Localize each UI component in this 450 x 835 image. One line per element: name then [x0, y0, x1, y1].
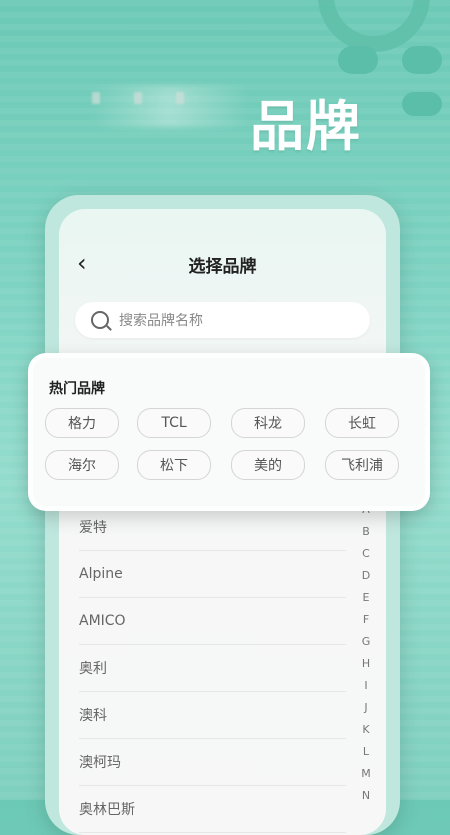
- index-letter[interactable]: L: [358, 741, 374, 763]
- blurred-dots: [92, 89, 218, 108]
- page-title: 选择品牌: [188, 257, 257, 277]
- index-letter[interactable]: N: [358, 785, 374, 807]
- phone-frame: ‹ 选择品牌 搜索品牌名称 爱特 Alpine AMICO 奥利 澳科 澳柯玛 …: [45, 195, 400, 835]
- brand-chip[interactable]: 长虹: [325, 408, 399, 438]
- index-letter[interactable]: B: [358, 521, 374, 543]
- brand-chip[interactable]: TCL: [137, 408, 211, 438]
- list-item[interactable]: Alpine: [79, 551, 346, 598]
- index-letter[interactable]: D: [358, 565, 374, 587]
- nav-bar: ‹ 选择品牌: [59, 249, 386, 279]
- hot-brands-panel: 热门品牌 格力 TCL 科龙 长虹 海尔 松下 美的 飞利浦: [28, 353, 430, 511]
- brand-chip[interactable]: 美的: [231, 450, 305, 480]
- hero-title: 品牌: [250, 95, 362, 158]
- index-letter[interactable]: F: [358, 609, 374, 631]
- phone-screen: ‹ 选择品牌 搜索品牌名称 爱特 Alpine AMICO 奥利 澳科 澳柯玛 …: [59, 209, 386, 835]
- hot-brands-title: 热门品牌: [49, 381, 105, 397]
- list-item[interactable]: 澳科: [79, 692, 346, 739]
- index-letter[interactable]: I: [358, 675, 374, 697]
- index-letter[interactable]: K: [358, 719, 374, 741]
- list-item[interactable]: AMICO: [79, 598, 346, 645]
- search-input[interactable]: 搜索品牌名称: [119, 310, 203, 330]
- index-letter[interactable]: J: [358, 697, 374, 719]
- decor-pill: [402, 92, 442, 116]
- decor-pill: [338, 46, 378, 74]
- index-letter[interactable]: C: [358, 543, 374, 565]
- search-icon: [91, 311, 109, 329]
- list-item[interactable]: 爱特: [79, 504, 346, 551]
- list-item[interactable]: 奥林巴斯: [79, 786, 346, 833]
- brand-chip[interactable]: 飞利浦: [325, 450, 399, 480]
- brand-list: 爱特 Alpine AMICO 奥利 澳科 澳柯玛 奥林巴斯: [79, 504, 346, 833]
- brand-chip[interactable]: 海尔: [45, 450, 119, 480]
- index-letter[interactable]: M: [358, 763, 374, 785]
- brand-chip[interactable]: 松下: [137, 450, 211, 480]
- brand-chip[interactable]: 格力: [45, 408, 119, 438]
- index-letter[interactable]: E: [358, 587, 374, 609]
- search-bar[interactable]: 搜索品牌名称: [75, 302, 370, 338]
- index-letter[interactable]: H: [358, 653, 374, 675]
- decor-pill: [402, 46, 442, 74]
- list-item[interactable]: 奥利: [79, 645, 346, 692]
- list-item[interactable]: 澳柯玛: [79, 739, 346, 786]
- brand-chip[interactable]: 科龙: [231, 408, 305, 438]
- alphabet-index[interactable]: A B C D E F G H I J K L M N: [358, 499, 374, 807]
- index-letter[interactable]: G: [358, 631, 374, 653]
